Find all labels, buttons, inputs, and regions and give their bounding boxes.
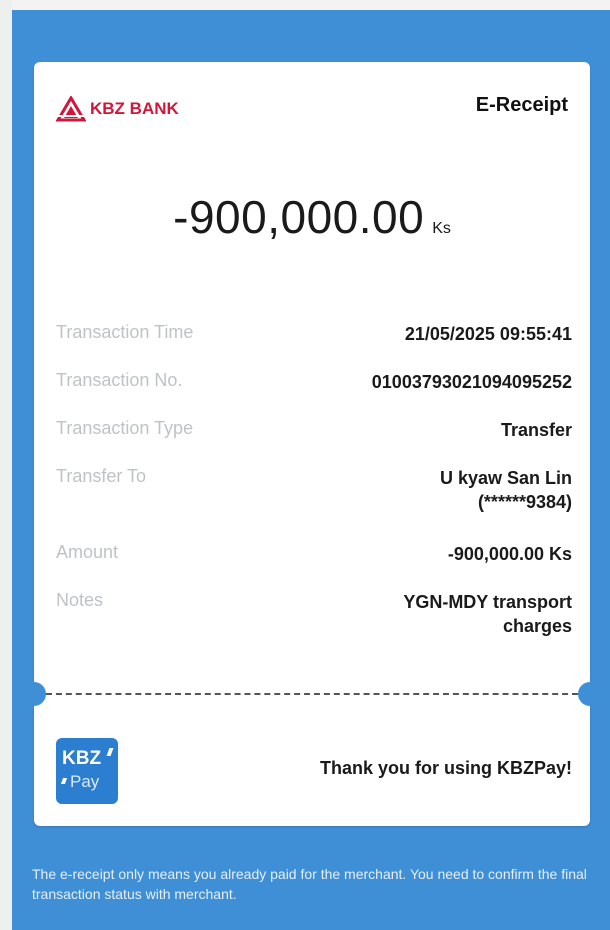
receipt-title: E-Receipt (475, 94, 568, 116)
logo-accent-icon (106, 748, 114, 756)
detail-value: 21/05/2025 09:55:41 (404, 324, 572, 344)
detail-row-number: Transaction No. 01003793021094095252 (56, 370, 572, 394)
recipient-name: U kyaw San Lin (439, 468, 572, 488)
bank-name: KBZ BANK (90, 99, 179, 118)
photo-edge (0, 0, 12, 930)
detail-row-transfer-to: Transfer To U kyaw San Lin (******9384) (56, 466, 572, 514)
detail-label: Amount (56, 542, 119, 562)
notes-line-1: YGN-MDY transport (403, 592, 572, 612)
kbz-logo-icon (56, 96, 86, 122)
disclaimer-text: The e-receipt only means you already pai… (32, 866, 587, 902)
ticket-notch-left (22, 682, 46, 706)
recipient-account: (******9384) (477, 492, 572, 512)
kbzpay-logo-pay: Pay (70, 772, 100, 791)
tear-divider (46, 693, 578, 695)
detail-label: Transaction No. (56, 370, 183, 390)
detail-label: Transaction Type (56, 418, 194, 438)
detail-row-notes: Notes YGN-MDY transport charges (56, 590, 572, 638)
detail-value: U kyaw San Lin (******9384) (440, 466, 572, 514)
amount-value: -900,000.00 (173, 191, 425, 243)
detail-value: -900,000.00 Ks (447, 544, 572, 564)
detail-value: Transfer (500, 420, 572, 440)
amount-unit: Ks (432, 220, 451, 237)
detail-row-type: Transaction Type Transfer (56, 418, 572, 442)
detail-label: Notes (56, 590, 104, 610)
amount-display: -900,000.00 Ks (34, 190, 590, 244)
logo-accent-icon (60, 778, 68, 784)
receipt-card: KBZ BANK E-Receipt -900,000.00 Ks Transac… (22, 62, 602, 826)
kbzpay-logo: KBZ Pay (56, 738, 118, 804)
detail-row-amount: Amount -900,000.00 Ks (56, 542, 572, 566)
thank-you-message: Thank you for using KBZPay! (319, 758, 572, 778)
receipt-screen: KBZ BANK E-Receipt -900,000.00 Ks Transac… (12, 10, 610, 930)
kbzpay-logo-kbz: KBZ (62, 748, 102, 769)
detail-value: YGN-MDY transport charges (403, 590, 572, 638)
ticket-notch-right (578, 682, 602, 706)
notes-line-2: charges (502, 616, 572, 636)
detail-value: 01003793021094095252 (371, 372, 572, 392)
detail-row-time: Transaction Time 21/05/2025 09:55:41 (56, 322, 572, 346)
detail-label: Transaction Time (56, 322, 194, 342)
detail-label: Transfer To (56, 466, 147, 486)
kbz-bank-logo: KBZ BANK (56, 96, 179, 122)
